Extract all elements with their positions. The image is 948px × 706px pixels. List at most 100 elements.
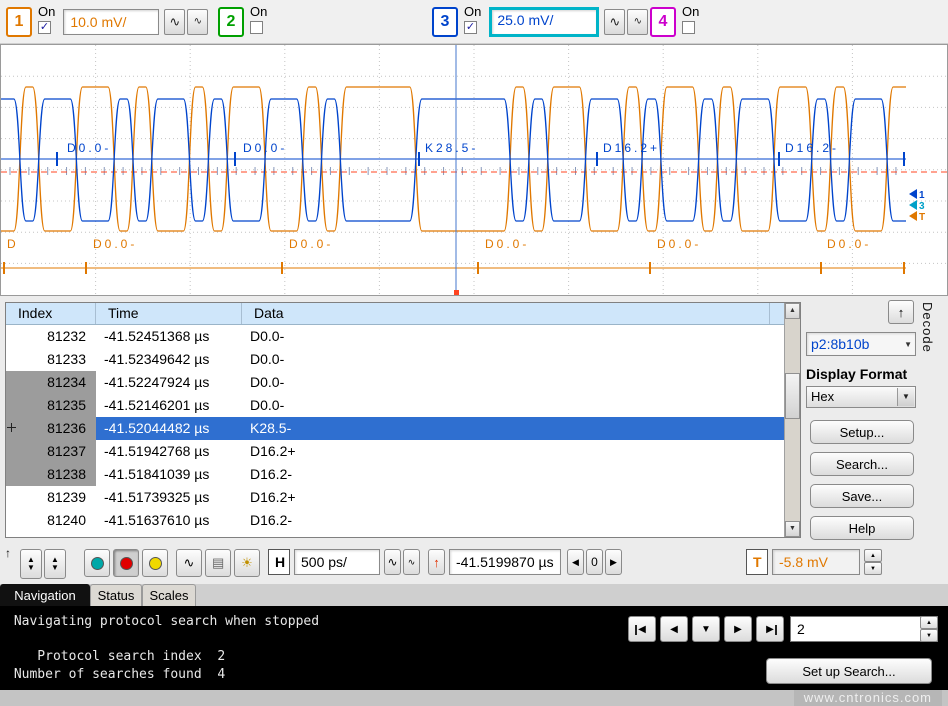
scrollbar-thumb[interactable] <box>785 373 800 419</box>
timebase-zoom-out-icon[interactable]: ∿ <box>384 549 401 575</box>
channel-4-on-label: On <box>682 5 699 19</box>
horizontal-position-field[interactable]: -41.5199870 µs <box>449 549 561 575</box>
tab-scales[interactable]: Scales <box>142 584 196 606</box>
search-index-input[interactable]: 2 <box>790 616 938 642</box>
decode-source-dropdown[interactable]: p2:8b10b ▼ <box>806 332 916 356</box>
cell-data: D16.2- <box>242 509 800 532</box>
table-row[interactable]: 81232-41.52451368 µsD0.0- <box>6 325 800 348</box>
svg-text:D16.2-: D16.2- <box>785 141 839 155</box>
column-header-time[interactable]: Time <box>96 303 242 324</box>
tab-status[interactable]: Status <box>90 584 142 606</box>
timebase-zoom-in-icon[interactable]: ∿ <box>403 549 420 575</box>
channel-2-button[interactable]: 2 <box>218 7 244 37</box>
table-row[interactable]: 81233-41.52349642 µsD0.0- <box>6 348 800 371</box>
channel-1-button[interactable]: 1 <box>6 7 32 37</box>
channel-3-scale-up-icon[interactable]: ∿ <box>604 9 625 35</box>
cell-index: 81239 <box>6 486 96 509</box>
cell-time: -41.52044482 µs <box>96 417 242 440</box>
scroll-up-icon[interactable]: ▲ <box>785 303 800 319</box>
table-row[interactable]: 81236-41.52044482 µsK28.5- <box>6 417 800 440</box>
position-left-icon[interactable]: ◀ <box>567 549 584 575</box>
table-row[interactable]: 81239-41.51739325 µsD16.2+ <box>6 486 800 509</box>
panel-collapse-button[interactable]: ↑ <box>888 300 914 324</box>
toolbar-up-icon[interactable]: ↑ <box>5 546 11 560</box>
trigger-slope-icon[interactable]: ↑ <box>428 549 445 575</box>
cell-data: K28.5- <box>242 417 800 440</box>
cell-index: 81232 <box>6 325 96 348</box>
marker-c-button[interactable] <box>142 549 168 577</box>
marker-a-button[interactable] <box>84 549 110 577</box>
channel-1-scale-up-icon[interactable]: ∿ <box>164 9 185 35</box>
index-down-icon[interactable]: ▼ <box>920 629 938 642</box>
trigger-button[interactable]: T <box>746 549 768 575</box>
waveform-icon[interactable]: ∿ <box>176 549 202 577</box>
nav-first-icon[interactable]: ◀ <box>628 616 656 642</box>
channel-4-on-checkbox[interactable] <box>682 21 695 34</box>
help-button[interactable]: Help <box>810 516 914 540</box>
table-scrollbar[interactable]: ▲ ▼ <box>784 303 800 537</box>
nav-current-icon[interactable]: ▼ <box>692 616 720 642</box>
trigger-level-field[interactable]: -5.8 mV <box>772 549 860 575</box>
search-nav-buttons: ◀ ◀ ▼ ▶ ▶ <box>628 616 788 642</box>
set-up-search-button[interactable]: Set up Search... <box>766 658 932 684</box>
channel-3-scale-down-icon[interactable]: ∿ <box>627 9 648 35</box>
print-icon[interactable]: ▤ <box>205 549 231 577</box>
svg-text:D16.2+: D16.2+ <box>603 141 660 155</box>
table-row[interactable]: 81234-41.52247924 µsD0.0- <box>6 371 800 394</box>
cell-time: -41.51841039 µs <box>96 463 242 486</box>
channel-3-on-checkbox[interactable]: ✓ <box>464 21 477 34</box>
channel-1-scale-field[interactable]: 10.0 mV/ <box>63 9 159 35</box>
table-row[interactable]: 81237-41.51942768 µsD16.2+ <box>6 440 800 463</box>
waveform-canvas: D0.0-D0.0-K28.5-D16.2+D16.2-DD0.0-D0.0-D… <box>1 45 947 295</box>
index-up-icon[interactable]: ▲ <box>920 616 938 629</box>
save-button[interactable]: Save... <box>810 484 914 508</box>
spin-control-2[interactable]: ▲▼ <box>44 549 66 579</box>
cell-data: D16.2- <box>242 463 800 486</box>
svg-text:D0.0-: D0.0- <box>93 237 137 251</box>
vertical-spin-group: ▲▼ ▲▼ <box>20 549 66 577</box>
brightness-icon[interactable]: ☀ <box>234 549 260 577</box>
status-line: Navigating protocol search when stopped <box>6 613 319 630</box>
cell-index: 81235 <box>6 394 96 417</box>
channel-3-button[interactable]: 3 <box>432 7 458 37</box>
channel-2-group: 2 On <box>218 5 267 37</box>
svg-text:T: T <box>919 212 925 223</box>
channel-4-button[interactable]: 4 <box>650 7 676 37</box>
waveform-display[interactable]: D0.0-D0.0-K28.5-D16.2+D16.2-DD0.0-D0.0-D… <box>0 44 948 296</box>
channel-3-scale-field[interactable]: 25.0 mV/ <box>489 7 599 37</box>
navigation-panel: Navigating protocol search when stopped … <box>0 606 948 690</box>
display-format-dropdown[interactable]: Hex ▼ <box>806 386 916 408</box>
channel-2-on-checkbox[interactable] <box>250 21 263 34</box>
nav-next-icon[interactable]: ▶ <box>724 616 752 642</box>
trigger-level-up-icon[interactable]: ▲ <box>864 549 882 562</box>
setup-button[interactable]: Setup... <box>810 420 914 444</box>
table-row[interactable]: 81235-41.52146201 µsD0.0- <box>6 394 800 417</box>
bottom-strip: www.cntronics.com <box>0 690 948 706</box>
decode-panel-tab[interactable]: Decode <box>920 302 935 353</box>
chevron-down-icon: ▼ <box>897 388 914 406</box>
cell-time: -41.52247924 µs <box>96 371 242 394</box>
position-zero-button[interactable]: 0 <box>586 549 603 575</box>
horizontal-button[interactable]: H <box>268 549 290 575</box>
svg-text:3: 3 <box>919 201 925 212</box>
svg-text:1: 1 <box>919 190 925 201</box>
table-row[interactable]: 81240-41.51637610 µsD16.2- <box>6 509 800 532</box>
tab-navigation[interactable]: Navigation <box>0 584 90 606</box>
spin-control-1[interactable]: ▲▼ <box>20 549 42 579</box>
nav-prev-icon[interactable]: ◀ <box>660 616 688 642</box>
trigger-level-down-icon[interactable]: ▼ <box>864 562 882 575</box>
column-header-index[interactable]: Index <box>6 303 96 324</box>
position-right-icon[interactable]: ▶ <box>605 549 622 575</box>
channel-1-on-checkbox[interactable]: ✓ <box>38 21 51 34</box>
decode-source-value: p2:8b10b <box>811 336 869 352</box>
scroll-down-icon[interactable]: ▼ <box>785 521 800 537</box>
table-row[interactable]: 81238-41.51841039 µsD16.2- <box>6 463 800 486</box>
timebase-scale-field[interactable]: 500 ps/ <box>294 549 380 575</box>
column-header-data[interactable]: Data <box>242 303 770 324</box>
chevron-down-icon: ▼ <box>904 340 912 349</box>
channel-1-scale-down-icon[interactable]: ∿ <box>187 9 208 35</box>
marker-b-button[interactable] <box>113 549 139 577</box>
svg-text:D0.0-: D0.0- <box>485 237 529 251</box>
search-button[interactable]: Search... <box>810 452 914 476</box>
nav-last-icon[interactable]: ▶ <box>756 616 784 642</box>
